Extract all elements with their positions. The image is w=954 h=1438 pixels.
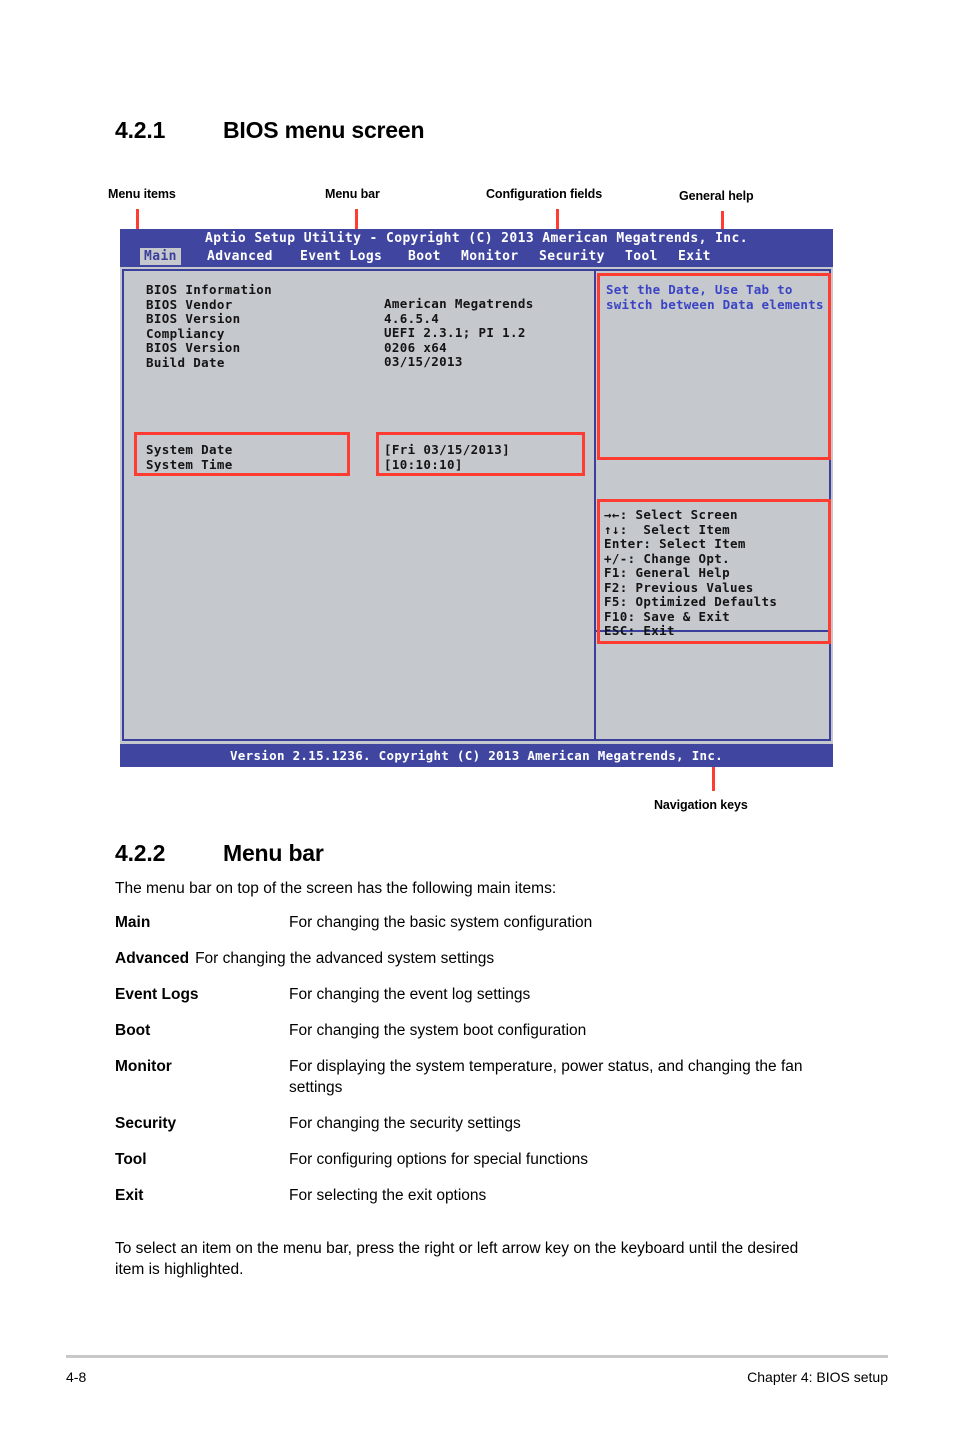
menu-term-exit: Exit	[115, 1187, 144, 1204]
bios-menu-item-boot[interactable]: Boot	[408, 249, 441, 264]
footer-page-number: 4-8	[66, 1369, 87, 1385]
menu-term-security: Security	[115, 1115, 177, 1132]
highlight-box-navigation-keys	[597, 499, 831, 644]
menu-bar-intro-paragraph: The menu bar on top of the screen has th…	[115, 880, 557, 897]
menu-desc-tool: For configuring options for special func…	[289, 1151, 588, 1168]
heading-4-2-2-title: Menu bar	[223, 840, 324, 866]
bios-window: Aptio Setup Utility - Copyright (C) 2013…	[120, 229, 833, 767]
highlight-box-menu-items	[134, 432, 350, 476]
bios-menu-item-security[interactable]: Security	[539, 249, 605, 264]
menu-desc-boot: For changing the system boot configurati…	[289, 1022, 587, 1039]
list-item: Event Logs For changing the event log se…	[115, 984, 835, 1005]
list-item: Monitor For displaying the system temper…	[115, 1056, 835, 1098]
footer-rule	[66, 1355, 888, 1358]
bios-menu-item-monitor[interactable]: Monitor	[461, 249, 519, 264]
bios-title-text: Aptio Setup Utility - Copyright (C) 2013…	[205, 231, 748, 246]
footer-chapter-title: Chapter 4: BIOS setup	[747, 1369, 888, 1385]
menu-desc-advanced: For changing the advanced system setting…	[195, 950, 495, 967]
menu-desc-exit: For selecting the exit options	[289, 1187, 487, 1204]
list-item: Exit For selecting the exit options	[115, 1185, 835, 1206]
list-item: Security For changing the security setti…	[115, 1113, 835, 1134]
highlight-box-configuration-fields	[376, 432, 585, 476]
bios-menu-item-advanced[interactable]: Advanced	[207, 249, 273, 264]
menu-desc-main: For changing the basic system configurat…	[289, 914, 593, 931]
menu-desc-security: For changing the security settings	[289, 1115, 521, 1132]
bios-info-values: American Megatrends 4.6.5.4 UEFI 2.3.1; …	[384, 296, 534, 369]
bios-version-footer: Version 2.15.1236. Copyright (C) 2013 Am…	[120, 744, 833, 767]
menu-bar-outro-paragraph: To select an item on the menu bar, press…	[115, 1240, 799, 1278]
callout-label-menu-bar: Menu bar	[325, 187, 380, 201]
list-item: Main For changing the basic system confi…	[115, 912, 835, 933]
menu-term-monitor: Monitor	[115, 1058, 172, 1075]
bios-menu-item-tool[interactable]: Tool	[625, 249, 658, 264]
menu-term-advanced: Advanced	[115, 950, 190, 967]
highlight-box-general-help	[597, 273, 831, 460]
menu-bar-definition-list: Main For changing the basic system confi…	[115, 912, 835, 1221]
heading-4-2-2: 4.2.2 Menu bar	[115, 840, 324, 867]
callout-label-general-help: General help	[679, 189, 754, 203]
callout-label-menu-items: Menu items	[108, 187, 176, 201]
list-item: Tool For configuring options for special…	[115, 1149, 835, 1170]
callout-label-configuration-fields: Configuration fields	[486, 187, 603, 201]
bios-menu-item-event-logs[interactable]: Event Logs	[300, 249, 382, 264]
menu-term-boot: Boot	[115, 1022, 151, 1039]
menu-term-tool: Tool	[115, 1151, 147, 1168]
bios-menu-item-exit[interactable]: Exit	[678, 249, 711, 264]
bios-menu-item-main[interactable]: Main	[140, 248, 181, 265]
menu-term-event-logs: Event Logs	[115, 986, 199, 1003]
bios-menu-screen-figure: Menu items Menu bar Configuration fields…	[0, 0, 954, 830]
list-item: Boot For changing the system boot config…	[115, 1020, 835, 1041]
menu-desc-event-logs: For changing the event log settings	[289, 986, 531, 1003]
bios-panel-divider-vertical	[594, 269, 596, 741]
heading-4-2-2-number: 4.2.2	[115, 840, 166, 866]
callout-label-navigation-keys: Navigation keys	[654, 798, 748, 812]
list-item: Advanced For changing the advanced syste…	[115, 948, 835, 969]
bios-info-labels: BIOS Information BIOS Vendor BIOS Versio…	[146, 282, 273, 370]
bios-menu-bar: Main Advanced Event Logs Boot Monitor Se…	[120, 248, 833, 267]
menu-term-main: Main	[115, 914, 151, 931]
menu-desc-monitor: For displaying the system temperature, p…	[289, 1058, 803, 1096]
document-page: 4.2.1 BIOS menu screen Menu items Menu ba…	[0, 0, 954, 1438]
